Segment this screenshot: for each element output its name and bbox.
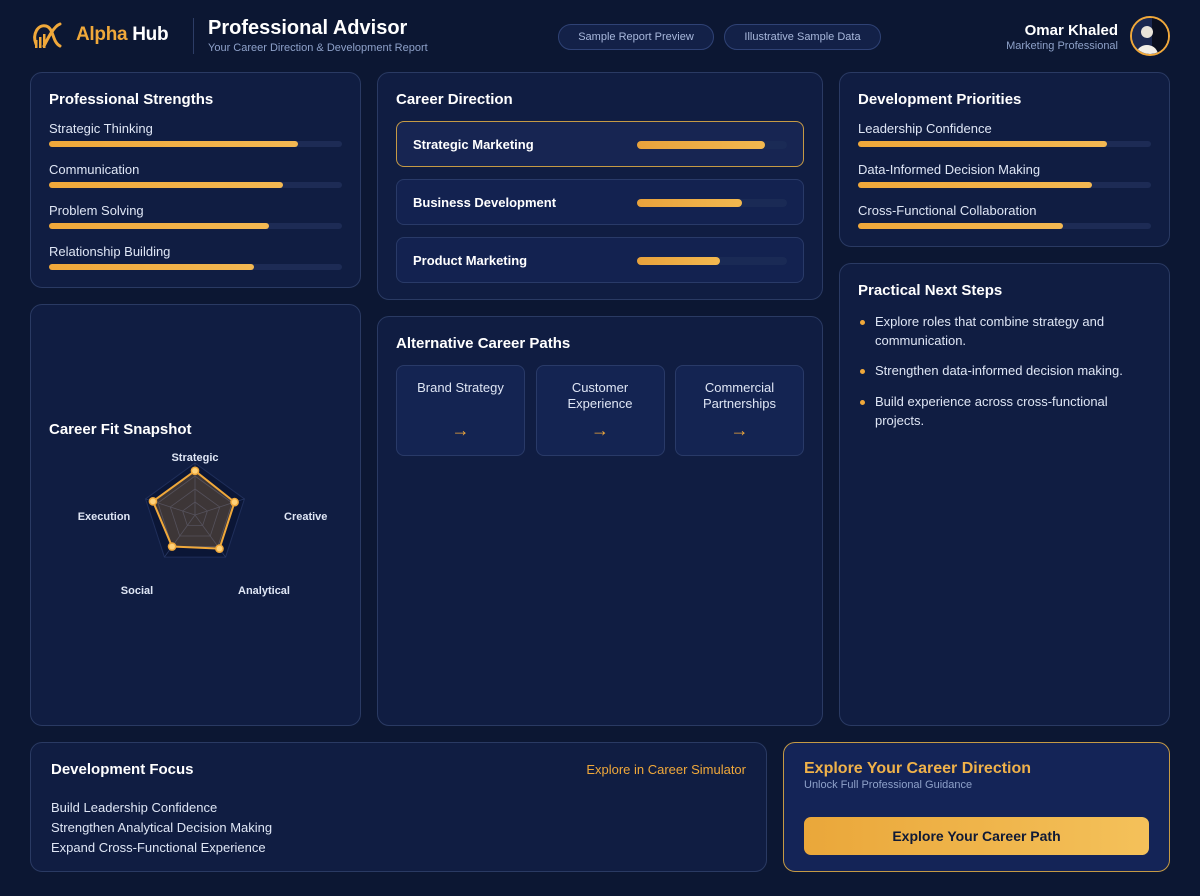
alternative-path-label: Brand Strategy bbox=[417, 380, 504, 395]
progress-track bbox=[49, 182, 342, 188]
progress-fill bbox=[49, 141, 299, 147]
alternative-path-label: Customer Experience bbox=[567, 380, 633, 411]
career-direction-item[interactable]: Strategic Marketing bbox=[396, 121, 804, 167]
next-step-text: Build experience across cross-functional… bbox=[875, 394, 1108, 428]
bullet-icon bbox=[860, 369, 865, 374]
arrow-right-icon: → bbox=[451, 420, 470, 440]
career-direction-item[interactable]: Product Marketing bbox=[396, 237, 804, 283]
next-step-item: Explore roles that combine strategy and … bbox=[858, 312, 1148, 350]
career-fit-snapshot-card: Career Fit Snapshot Strategic Creative Ana… bbox=[30, 304, 361, 726]
radar-data-point bbox=[215, 544, 224, 554]
avatar[interactable] bbox=[1130, 16, 1170, 56]
career-direction-card: Career Direction Strategic Marketing Busi… bbox=[377, 72, 823, 300]
next-step-item: Build experience across cross-functional… bbox=[858, 392, 1148, 430]
bar-label: Cross-Functional Collaboration bbox=[858, 203, 1037, 218]
card-title: Career Fit Snapshot bbox=[49, 421, 192, 438]
next-step-item: Strengthen data-informed decision making… bbox=[858, 361, 1148, 380]
explore-career-simulator-link[interactable]: Explore in Career Simulator bbox=[586, 762, 746, 777]
header-divider bbox=[193, 18, 194, 54]
next-step-text: Explore roles that combine strategy and … bbox=[875, 314, 1105, 348]
career-direction-label: Product Marketing bbox=[413, 253, 528, 268]
card-title: Career Direction bbox=[396, 91, 513, 108]
page-subtitle: Your Career Direction & Development Repo… bbox=[208, 42, 428, 54]
development-focus-card: Development Focus Explore in Career Simu… bbox=[30, 742, 767, 872]
bar-label: Relationship Building bbox=[49, 244, 171, 259]
bullet-icon bbox=[860, 320, 865, 325]
radar-axis-label: Strategic bbox=[171, 452, 218, 464]
illustrative-sample-data-badge[interactable]: Illustrative Sample Data bbox=[724, 24, 881, 50]
arrow-right-icon: → bbox=[591, 420, 609, 440]
progress-fill bbox=[858, 223, 1064, 229]
professional-strengths-card: Professional Strengths Strategic Thinkin… bbox=[30, 72, 361, 288]
bar-label: Problem Solving bbox=[49, 203, 144, 218]
explore-career-path-button[interactable]: Explore Your Career Path bbox=[804, 817, 1149, 855]
progress-fill bbox=[858, 141, 1108, 147]
radar-axis-label: Execution bbox=[78, 511, 131, 523]
cta-title: Explore Your Career Direction bbox=[804, 760, 1032, 777]
bar-label: Communication bbox=[49, 162, 140, 177]
progress-fill bbox=[49, 182, 284, 188]
progress-track bbox=[858, 182, 1151, 188]
explore-career-direction-card: Explore Your Career Direction Unlock Ful… bbox=[783, 742, 1170, 872]
page-title: Professional Advisor bbox=[208, 17, 408, 39]
bullet-icon bbox=[860, 400, 865, 405]
alternative-path-label: Commercial Partnerships bbox=[703, 380, 776, 411]
radar-data-point bbox=[148, 496, 158, 506]
progress-fill bbox=[858, 182, 1093, 188]
development-focus-item: Expand Cross-Functional Experience bbox=[51, 840, 266, 855]
progress-fill bbox=[637, 141, 765, 149]
radar-axis-label: Creative bbox=[284, 511, 327, 523]
progress-track bbox=[49, 264, 342, 270]
next-step-text: Strengthen data-informed decision making… bbox=[875, 363, 1123, 378]
card-title: Alternative Career Paths bbox=[396, 335, 571, 352]
progress-track bbox=[49, 141, 342, 147]
alternative-path-card[interactable]: Commercial Partnerships → bbox=[675, 365, 804, 456]
radar-data-point bbox=[167, 542, 177, 551]
sample-report-preview-badge[interactable]: Sample Report Preview bbox=[558, 24, 714, 50]
progress-fill bbox=[49, 264, 255, 270]
brand-suffix: Hub bbox=[132, 24, 169, 45]
progress-track bbox=[637, 199, 787, 207]
radar-axis-label: Social bbox=[121, 585, 153, 597]
alpha-logo-icon bbox=[33, 22, 62, 48]
alternative-path-card[interactable]: Brand Strategy → bbox=[396, 365, 525, 456]
progress-track bbox=[858, 141, 1151, 147]
card-title: Practical Next Steps bbox=[858, 282, 1003, 299]
alternative-path-card[interactable]: Customer Experience → bbox=[535, 365, 665, 456]
arrow-right-icon: → bbox=[730, 420, 749, 440]
card-title: Development Priorities bbox=[858, 91, 1022, 108]
brand-accent: Alpha bbox=[76, 24, 128, 45]
progress-track bbox=[49, 223, 342, 229]
bar-label: Leadership Confidence bbox=[858, 121, 992, 136]
brand-name[interactable]: Alpha Hub bbox=[76, 24, 169, 46]
bar-label: Strategic Thinking bbox=[49, 121, 153, 136]
user-avatar-icon bbox=[1132, 18, 1168, 54]
career-direction-label: Strategic Marketing bbox=[413, 137, 534, 152]
user-role: Marketing Professional bbox=[1006, 40, 1118, 52]
card-title: Professional Strengths bbox=[49, 91, 214, 108]
development-priorities-card: Development Priorities Leadership Confid… bbox=[839, 72, 1170, 247]
radar-data-point bbox=[230, 497, 239, 507]
development-focus-item: Strengthen Analytical Decision Making bbox=[51, 820, 273, 835]
alternative-career-paths-card: Alternative Career Paths Brand Strategy →… bbox=[377, 316, 823, 726]
development-focus-item: Build Leadership Confidence bbox=[51, 800, 218, 815]
cta-subtitle: Unlock Full Professional Guidance bbox=[804, 779, 973, 791]
progress-fill bbox=[637, 257, 720, 265]
progress-track bbox=[858, 223, 1151, 229]
career-fit-radar-chart: Strategic Creative Analytical Social Executi… bbox=[78, 452, 328, 597]
user-name: Omar Khaled bbox=[1024, 22, 1118, 39]
card-title: Development Focus bbox=[51, 761, 194, 778]
progress-track bbox=[637, 141, 787, 149]
career-direction-item[interactable]: Business Development bbox=[396, 179, 804, 225]
app-header: Alpha Hub Professional Advisor Your Care… bbox=[0, 0, 1200, 72]
progress-fill bbox=[49, 223, 269, 229]
bar-label: Data-Informed Decision Making bbox=[858, 162, 1041, 177]
progress-track bbox=[637, 257, 787, 265]
practical-next-steps-card: Practical Next Steps Explore roles that … bbox=[839, 263, 1170, 726]
radar-axis-label: Analytical bbox=[238, 585, 290, 597]
radar-data-point bbox=[190, 466, 200, 476]
career-direction-label: Business Development bbox=[413, 195, 557, 210]
progress-fill bbox=[637, 199, 742, 207]
